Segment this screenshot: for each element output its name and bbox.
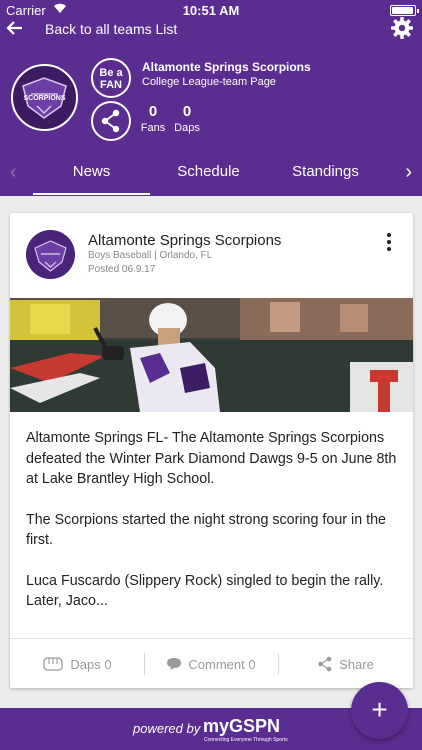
be-a-fan-line1: Be a <box>99 67 123 79</box>
fans-count: 0 <box>148 103 158 120</box>
nav-bar: Back to all teams List <box>0 14 422 44</box>
daps-count: 0 <box>182 103 192 120</box>
chevron-left-icon[interactable]: ‹ <box>10 162 17 182</box>
team-name: Altamonte Springs Scorpions <box>142 60 311 74</box>
share-icon <box>101 109 120 133</box>
daps-label: Daps <box>174 122 200 134</box>
post-meta: Boys Baseball | Orlando, FL <box>88 250 213 261</box>
team-logo-text: SCORPIONS <box>23 95 65 102</box>
avatar[interactable] <box>26 230 75 279</box>
active-tab-indicator <box>33 193 150 195</box>
fans-stat[interactable]: 0 Fans <box>136 103 170 134</box>
arrow-left-icon[interactable] <box>4 16 24 38</box>
post-body: Altamonte Springs FL- The Altamonte Spri… <box>26 428 401 632</box>
tab-standings[interactable]: Standings <box>267 163 384 180</box>
post-photo[interactable] <box>10 298 413 412</box>
gear-icon[interactable] <box>390 16 414 40</box>
daps-action-label: Daps 0 <box>70 656 112 672</box>
comment-icon <box>167 658 182 670</box>
powered-by-label: powered by <box>133 721 201 736</box>
back-to-teams-link[interactable]: Back to all teams List <box>45 21 177 37</box>
mygspn-logo: myGSPN <box>203 716 281 736</box>
fans-label: Fans <box>140 122 166 134</box>
comment-button[interactable]: Comment 0 <box>144 639 278 689</box>
mygspn-tagline: Connecting Everyone Through Sports <box>204 737 288 743</box>
share-team-button[interactable] <box>91 101 131 141</box>
be-a-fan-button[interactable]: Be a FAN <box>91 58 131 98</box>
post-paragraph: Luca Fuscardo (Slippery Rock) singled to… <box>26 572 384 610</box>
team-subtitle: College League-team Page <box>142 76 276 88</box>
post-paragraph: Altamonte Springs FL- The Altamonte Spri… <box>26 430 397 487</box>
daps-button[interactable]: Daps 0 <box>10 639 144 689</box>
post-actions: Daps 0 Comment 0 Share <box>10 638 413 688</box>
news-post-card: Altamonte Springs Scorpions Boys Basebal… <box>10 213 413 688</box>
post-author[interactable]: Altamonte Springs Scorpions <box>88 232 281 249</box>
share-icon <box>318 656 332 672</box>
post-date: Posted 06.9.17 <box>88 264 156 275</box>
daps-fist-icon <box>43 657 64 671</box>
tab-news[interactable]: News <box>33 163 150 180</box>
post-paragraph: The Scorpions started the night strong s… <box>26 511 387 549</box>
tab-bar: ‹ News Schedule Standings › <box>0 150 422 196</box>
share-action-label: Share <box>339 656 374 672</box>
be-a-fan-line2: FAN <box>100 79 122 91</box>
team-header: Carrier 10:51 AM Back to all teams List <box>0 0 422 196</box>
comment-action-label: Comment 0 <box>188 656 256 672</box>
add-post-button[interactable]: + <box>351 682 408 739</box>
team-logo: SCORPIONS <box>11 64 78 131</box>
more-options-icon[interactable] <box>385 233 393 253</box>
chevron-right-icon[interactable]: › <box>405 162 412 182</box>
daps-stat[interactable]: 0 Daps <box>170 103 204 134</box>
tab-schedule[interactable]: Schedule <box>150 163 267 180</box>
share-button[interactable]: Share <box>278 639 413 689</box>
